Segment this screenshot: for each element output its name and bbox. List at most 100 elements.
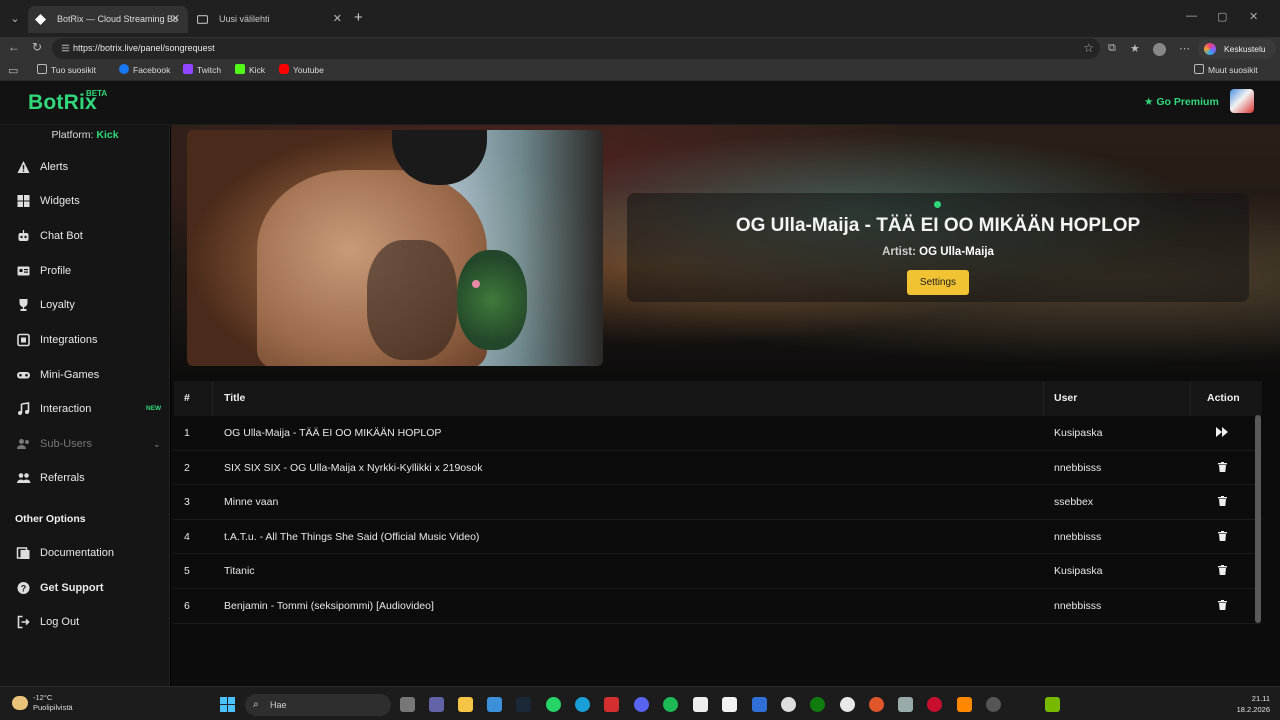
close-window-icon[interactable]: ✕ <box>1249 10 1258 23</box>
sidebar-item-sub-users[interactable]: Sub-Users ⌄ <box>0 429 170 459</box>
lastpass-icon[interactable] <box>604 697 619 712</box>
app-red-icon[interactable] <box>927 697 942 712</box>
bookmark-kick[interactable]: Kick <box>235 61 265 80</box>
xbox-icon[interactable] <box>810 697 825 712</box>
user-avatar[interactable] <box>1230 89 1254 113</box>
bookmark-twitch[interactable]: Twitch <box>183 61 221 80</box>
bookmark-facebook[interactable]: Facebook <box>119 61 170 80</box>
row-title: OG Ulla-Maija - TÄÄ EI OO MIKÄÄN HOPLOP <box>224 427 442 439</box>
weather-widget[interactable]: -12°C Puolipilvistä <box>33 693 73 713</box>
id-card-icon <box>17 266 30 276</box>
sidebar-item-chat-bot[interactable]: Chat Bot <box>0 221 170 251</box>
music-note-icon <box>18 402 30 415</box>
sidebar-item-widgets[interactable]: Widgets <box>0 186 170 216</box>
system-clock[interactable]: 21.11 18.2.2026 <box>1224 693 1270 715</box>
row-number: 1 <box>184 427 190 439</box>
back-arrow-icon[interactable]: ← <box>8 40 20 54</box>
copilot-chat-button[interactable]: Keskustelu <box>1198 39 1276 59</box>
obs-icon[interactable] <box>840 697 855 712</box>
sidebar-item-loyalty[interactable]: Loyalty <box>0 290 170 320</box>
video-player[interactable] <box>187 130 603 366</box>
now-playing-card: OG Ulla-Maija - TÄÄ EI OO MIKÄÄN HOPLOP … <box>627 193 1249 302</box>
spotify-icon[interactable] <box>663 697 678 712</box>
trash-icon[interactable] <box>1214 496 1230 510</box>
table-row: 6 Benjamin - Tommi (seksipommi) [Audiovi… <box>174 589 1262 624</box>
settings-button[interactable]: Settings <box>907 270 969 295</box>
minimize-icon[interactable]: — <box>1186 10 1197 22</box>
reload-icon[interactable]: ↻ <box>32 40 42 54</box>
table-row: 4 t.A.T.u. - All The Things She Said (Of… <box>174 520 1262 555</box>
teams-icon[interactable] <box>429 697 444 712</box>
nvidia-icon[interactable] <box>1045 697 1060 712</box>
row-title: t.A.T.u. - All The Things She Said (Offi… <box>224 530 480 543</box>
url-text[interactable]: https://botrix.live/panel/songrequest <box>73 38 215 59</box>
sidebar-item-mini-games[interactable]: Mini-Games <box>0 360 170 390</box>
column-divider <box>1043 381 1044 416</box>
sidebar-toggle-icon[interactable]: ▭ <box>8 64 18 77</box>
column-header-action: Action <box>1207 392 1240 404</box>
favorites-icon[interactable]: ★ <box>1130 42 1140 55</box>
file-explorer-icon[interactable] <box>458 697 473 712</box>
video-frame-flower <box>472 280 480 288</box>
new-tab-plus-icon[interactable]: + <box>354 9 363 26</box>
store-icon[interactable] <box>487 697 502 712</box>
profile-avatar-icon[interactable] <box>1153 43 1166 56</box>
notepad-icon[interactable] <box>722 697 737 712</box>
referrals-icon <box>17 473 31 483</box>
discord-icon[interactable] <box>634 697 649 712</box>
maximize-icon[interactable]: ▢ <box>1217 10 1227 23</box>
go-premium-button[interactable]: ★ Go Premium <box>1144 96 1219 108</box>
system-settings-icon[interactable] <box>898 697 913 712</box>
trash-icon[interactable] <box>1214 565 1230 579</box>
trash-icon[interactable] <box>1214 461 1230 476</box>
facebook-icon <box>119 64 129 74</box>
skip-icon[interactable] <box>1214 427 1230 441</box>
column-header-user: User <box>1054 392 1078 404</box>
edge-icon[interactable] <box>575 697 590 712</box>
row-number: 5 <box>184 565 190 578</box>
more-menu-icon[interactable]: ⋯ <box>1179 42 1190 55</box>
logitech-icon[interactable] <box>693 697 708 712</box>
address-bar[interactable]: https://botrix.live/panel/songrequest ☆ <box>52 38 1100 59</box>
column-header-title: Title <box>224 392 246 404</box>
table-header: # Title User Action <box>174 381 1262 416</box>
trash-icon[interactable] <box>1214 599 1230 614</box>
settings-gear-icon[interactable] <box>781 697 796 712</box>
windows-start-icon[interactable] <box>220 697 235 712</box>
sidebar-item-profile[interactable]: Profile <box>0 256 170 286</box>
trash-icon[interactable] <box>1214 530 1230 545</box>
chatgpt-icon[interactable] <box>986 697 1001 712</box>
mail-icon[interactable] <box>752 697 767 712</box>
integration-icon <box>17 333 30 347</box>
bookmark-star-icon[interactable]: ☆ <box>1083 41 1094 55</box>
tab-title: BotRix — Cloud Streaming Bo <box>57 14 179 24</box>
weather-icon[interactable] <box>12 696 28 710</box>
tab-actions-chevron-icon[interactable]: ⌄ <box>6 10 24 28</box>
close-tab-icon[interactable]: ✕ <box>333 6 342 33</box>
sidebar-item-log-out[interactable]: Log Out <box>0 607 170 637</box>
close-tab-icon[interactable]: ✕ <box>171 6 180 33</box>
import-icon <box>37 64 47 74</box>
sidebar-item-integrations[interactable]: Integrations <box>0 325 170 355</box>
sidebar-item-documentation[interactable]: Documentation <box>0 538 170 568</box>
site-info-icon[interactable] <box>60 42 71 54</box>
taskbar-search-input[interactable]: ⌕ Hae <box>245 694 391 716</box>
sidebar-item-get-support[interactable]: ? Get Support <box>0 573 170 603</box>
sidebar-item-interaction[interactable]: Interaction NEW <box>0 394 170 424</box>
browser-tab-new[interactable]: Uusi välilehti ✕ <box>190 6 350 33</box>
sidebar-item-alerts[interactable]: Alerts <box>0 152 170 182</box>
bookmark-youtube[interactable]: Youtube <box>279 61 324 80</box>
bookmark-import[interactable]: Tuo suosikit <box>37 61 96 80</box>
browser-tab-botrix[interactable]: BotRix — Cloud Streaming Bo ✕ <box>28 6 188 33</box>
row-user: Kusipaska <box>1054 565 1103 578</box>
help-circle-icon: ? <box>17 582 30 594</box>
whatsapp-icon[interactable] <box>546 697 561 712</box>
vlc-icon[interactable] <box>957 697 972 712</box>
sidebar-item-referrals[interactable]: Referrals <box>0 463 170 493</box>
table-scrollbar[interactable] <box>1255 415 1261 623</box>
task-view-icon[interactable] <box>400 697 415 712</box>
other-bookmarks[interactable]: Muut suosikit <box>1194 61 1258 80</box>
extensions-icon[interactable]: ⧉ <box>1108 42 1116 55</box>
app-icon[interactable] <box>869 697 884 712</box>
steam-icon[interactable] <box>516 697 531 712</box>
